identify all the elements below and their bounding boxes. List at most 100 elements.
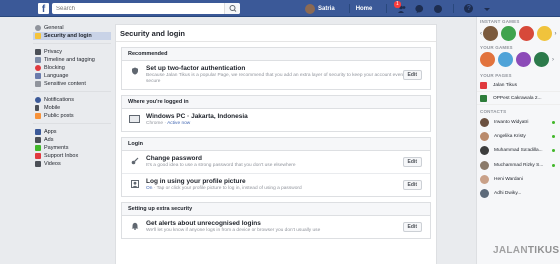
profile-link[interactable]: Satria — [318, 6, 335, 12]
instant-games-carousel: ‹ › — [477, 25, 560, 43]
section-logged-in: Where you're logged in Windows PC · Jaka… — [121, 95, 431, 132]
contact-item[interactable]: Heni Wardani — [477, 172, 560, 186]
sidebar-group-notifications: Notifications Mobile Public posts — [33, 96, 111, 124]
sidebar-item-apps[interactable]: Apps — [33, 128, 111, 136]
two-factor-row: Set up two-factor authentication Because… — [122, 61, 430, 89]
online-indicator — [552, 134, 555, 138]
row-description: We'll let you know if anyone logs in fro… — [146, 228, 321, 233]
oppest-page-icon — [480, 94, 487, 102]
page-item-oppest[interactable]: OPPest Cakrawala 2... — [477, 92, 560, 105]
session-row: Windows PC · Jakarta, Indonesia Chrome ·… — [122, 109, 430, 131]
settings-sidebar: General Security and login Privacy Timel… — [33, 24, 111, 175]
search-icon — [229, 5, 237, 12]
sidebar-group-apps: Apps Ads Payments Support Inbox Videos — [33, 128, 111, 171]
edit-password-button[interactable]: Edit — [402, 157, 422, 167]
shield-icon — [131, 67, 139, 75]
sidebar-group-privacy: Privacy Timeline and tagging Blocking La… — [33, 48, 111, 92]
gear-icon — [35, 25, 41, 31]
chevron-right-icon[interactable]: › — [555, 31, 558, 37]
ads-icon — [35, 137, 41, 143]
game-thumbnail[interactable] — [498, 52, 513, 67]
search-button[interactable] — [224, 3, 240, 14]
session-description: Chrome · Active now — [146, 121, 191, 126]
game-thumbnail[interactable] — [536, 26, 552, 41]
sidebar-item-notifications[interactable]: Notifications — [33, 96, 111, 104]
contact-item[interactable]: Adhi Dwiky... — [477, 186, 560, 200]
edit-two-factor-button[interactable]: Edit — [402, 70, 422, 80]
edit-profile-login-button[interactable]: Edit — [402, 180, 422, 190]
section-login: Login Change password It's a good idea t… — [121, 137, 431, 197]
sidebar-item-payments[interactable]: Payments — [33, 144, 111, 152]
game-thumbnail[interactable] — [500, 26, 516, 41]
facebook-logo-icon[interactable]: f — [38, 3, 49, 15]
sidebar-item-sensitive-content[interactable]: Sensitive content — [33, 80, 111, 88]
mobile-icon — [35, 105, 39, 111]
online-indicator — [552, 149, 555, 153]
edit-login-alerts-button[interactable]: Edit — [402, 222, 422, 232]
search-input[interactable] — [52, 3, 212, 14]
row-description: On · Tap or click your profile picture t… — [146, 186, 302, 191]
quick-help-icon[interactable]: ? — [464, 3, 474, 14]
avatar — [480, 117, 489, 127]
sidebar-group-account: General Security and login — [33, 24, 111, 44]
bell-icon — [131, 222, 139, 230]
avatar — [480, 189, 489, 199]
page-title: Security and login — [116, 25, 436, 42]
sidebar-item-mobile[interactable]: Mobile — [33, 104, 111, 112]
payments-icon — [35, 145, 41, 151]
game-thumbnail[interactable] — [516, 52, 531, 67]
sidebar-item-blocking[interactable]: Blocking — [33, 64, 111, 72]
profile-picture-login-row: Log in using your profile picture On · T… — [122, 174, 430, 196]
online-indicator — [552, 120, 555, 124]
game-thumbnail[interactable] — [534, 52, 549, 67]
home-link[interactable]: Home — [356, 6, 373, 12]
contact-item[interactable]: Muchammad Rizky S... — [477, 158, 560, 172]
rss-icon — [35, 113, 41, 119]
row-description: Because Jalan Tikus is a popular Page, w… — [146, 73, 416, 84]
game-thumbnail[interactable] — [482, 26, 498, 41]
avatar — [480, 174, 489, 184]
chevron-right-icon[interactable]: › — [552, 57, 557, 63]
support-inbox-icon — [35, 153, 41, 159]
timeline-icon — [35, 57, 41, 63]
sidebar-item-general[interactable]: General — [33, 24, 111, 32]
page-item-jalan-tikus[interactable]: Jalan Tikus — [477, 79, 560, 92]
key-icon — [131, 157, 139, 165]
user-avatar[interactable] — [305, 3, 315, 14]
contact-item[interactable]: Angelika Kristy — [477, 129, 560, 143]
sensitive-content-icon — [35, 81, 41, 87]
messenger-icon[interactable] — [415, 4, 425, 14]
sidebar-item-videos[interactable]: Videos — [33, 160, 111, 168]
row-title: Set up two-factor authentication — [146, 65, 246, 72]
jalan-tikus-page-icon — [480, 81, 487, 89]
notifications-icon[interactable] — [433, 4, 443, 14]
online-indicator — [552, 163, 555, 167]
active-now-status: Active now — [167, 121, 191, 126]
globe-icon — [35, 97, 41, 103]
sidebar-item-timeline-and-tagging[interactable]: Timeline and tagging — [33, 56, 111, 64]
security-settings-panel: Security and login Recommended Set up tw… — [115, 24, 437, 264]
game-thumbnail[interactable] — [518, 26, 534, 41]
sidebar-item-security-and-login[interactable]: Security and login — [33, 32, 111, 40]
divider — [348, 4, 350, 13]
section-recommended: Recommended Set up two-factor authentica… — [121, 47, 431, 90]
login-alerts-row: Get alerts about unrecognised logins We'… — [122, 216, 430, 238]
sidebar-item-privacy[interactable]: Privacy — [33, 48, 111, 56]
section-heading: Recommended — [122, 48, 430, 61]
sidebar-item-support-inbox[interactable]: Support Inbox — [33, 152, 111, 160]
section-heading: Where you're logged in — [122, 96, 430, 109]
your-games-carousel: › — [477, 51, 560, 69]
section-extra-security: Setting up extra security Get alerts abo… — [121, 202, 431, 239]
avatar — [480, 146, 489, 156]
sidebar-item-ads[interactable]: Ads — [33, 136, 111, 144]
sidebar-item-public-posts[interactable]: Public posts — [33, 112, 111, 120]
game-thumbnail[interactable] — [480, 52, 495, 67]
divider — [386, 4, 388, 13]
lock-icon — [35, 49, 41, 55]
your-pages-heading: YOUR PAGES — [480, 73, 512, 78]
contact-item[interactable]: Irwanto Widyatri — [477, 115, 560, 129]
notification-count-badge: 1 — [394, 1, 401, 8]
contact-item[interactable]: Muhammad Sa'adilla... — [477, 144, 560, 158]
account-menu-chevron-down-icon[interactable] — [482, 4, 492, 14]
sidebar-item-language[interactable]: Language — [33, 72, 111, 80]
